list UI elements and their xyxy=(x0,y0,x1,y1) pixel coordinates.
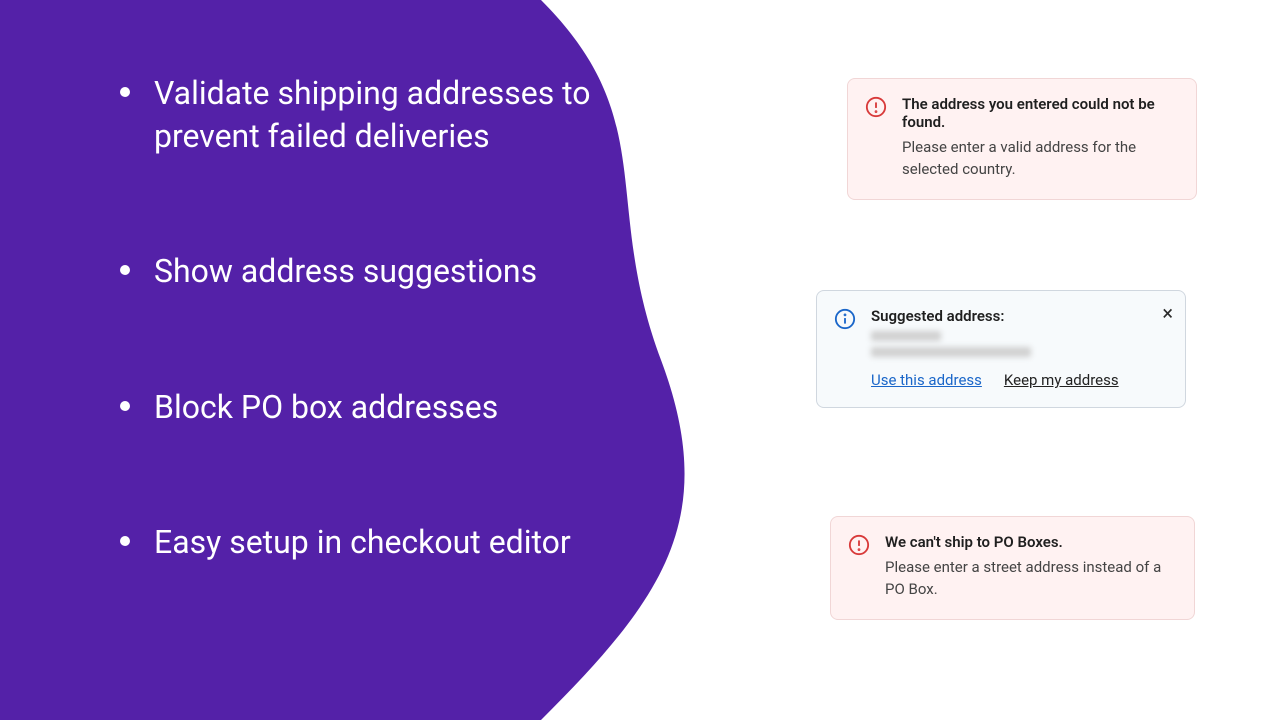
bullet-text: Easy setup in checkout editor xyxy=(154,523,571,561)
use-this-address-link[interactable]: Use this address xyxy=(871,371,982,389)
error-title: The address you entered could not be fou… xyxy=(902,95,1180,131)
suggested-address-card: × Suggested address: Use this address Ke… xyxy=(816,290,1186,408)
feature-bullet-item: Show address suggestions xyxy=(120,250,690,293)
bullet-text: Validate shipping addresses to prevent f… xyxy=(154,74,591,155)
feature-bullet-item: Easy setup in checkout editor xyxy=(120,521,690,564)
error-icon xyxy=(864,95,888,119)
error-title: We can't ship to PO Boxes. xyxy=(885,533,1178,551)
error-card-po-box: We can't ship to PO Boxes. Please enter … xyxy=(830,516,1195,620)
info-icon xyxy=(833,307,857,331)
error-body: Please enter a street address instead of… xyxy=(885,557,1178,601)
close-icon[interactable]: × xyxy=(1162,303,1173,323)
error-body: Please enter a valid address for the sel… xyxy=(902,137,1180,181)
suggested-title: Suggested address: xyxy=(871,307,1169,325)
error-icon xyxy=(847,533,871,557)
error-card-address-not-found: The address you entered could not be fou… xyxy=(847,78,1197,200)
blurred-address-line xyxy=(871,331,941,341)
bullet-text: Show address suggestions xyxy=(154,252,537,290)
feature-panel: Validate shipping addresses to prevent f… xyxy=(0,0,800,720)
preview-panel: The address you entered could not be fou… xyxy=(800,0,1280,720)
feature-bullet-list: Validate shipping addresses to prevent f… xyxy=(0,0,780,604)
blurred-address-line xyxy=(871,347,1031,357)
feature-bullet-item: Block PO box addresses xyxy=(120,386,690,429)
feature-bullet-item: Validate shipping addresses to prevent f… xyxy=(120,72,690,158)
keep-my-address-link[interactable]: Keep my address xyxy=(1004,371,1119,389)
bullet-text: Block PO box addresses xyxy=(154,388,498,426)
